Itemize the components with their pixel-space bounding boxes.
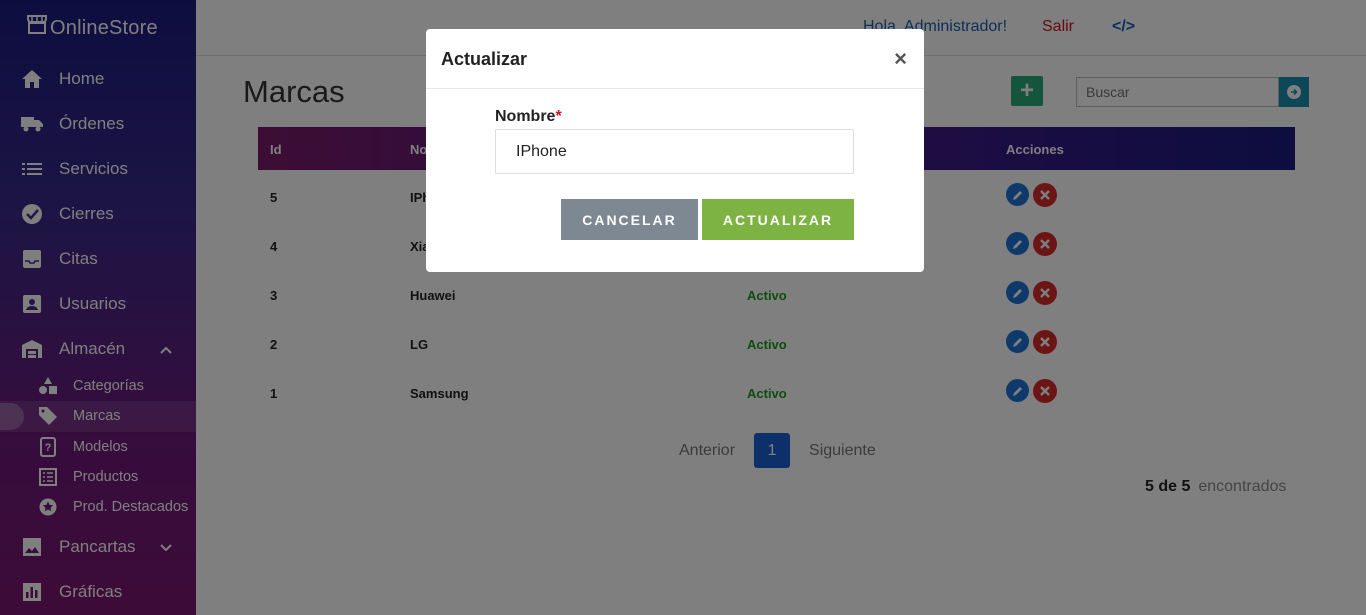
required-mark: * [555, 108, 562, 125]
close-icon[interactable]: × [894, 46, 907, 72]
modal-title: Actualizar [441, 49, 528, 69]
name-field-label: Nombre* [495, 108, 562, 126]
update-button[interactable]: ACTUALIZAR [702, 199, 854, 240]
name-field[interactable] [495, 129, 854, 174]
modal-header: Actualizar × [426, 29, 924, 89]
cancel-button[interactable]: CANCELAR [561, 199, 698, 240]
update-modal: Actualizar × Nombre* CANCELAR ACTUALIZAR [426, 29, 924, 272]
name-field-label-text: Nombre [495, 108, 556, 125]
